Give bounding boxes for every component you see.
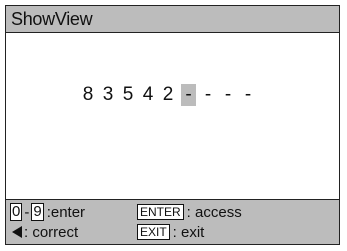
- left-arrow-icon: [12, 226, 22, 238]
- back-key-hint: : correct: [12, 222, 78, 242]
- key-0: 0: [10, 203, 23, 221]
- code-digit: 3: [102, 84, 114, 105]
- input-cursor[interactable]: -: [181, 84, 196, 106]
- enter-hint-label: :enter: [46, 203, 86, 221]
- code-digit: 4: [142, 84, 154, 105]
- code-digit: 8: [82, 84, 94, 105]
- empty-digit-slot: -: [224, 84, 232, 105]
- help-bar: 0 - 9 :enter ENTER : access : correct EX…: [6, 199, 339, 244]
- key-range-separator: -: [24, 203, 30, 221]
- code-entry-field[interactable]: 8 3 5 4 2 - - - -: [78, 84, 258, 106]
- help-row-correct: : correct EXIT : exit: [6, 222, 339, 242]
- enter-key-hint: ENTER : access: [137, 202, 242, 222]
- code-entry-area: 8 3 5 4 2 - - - -: [6, 33, 339, 199]
- access-hint-label: : access: [186, 203, 242, 221]
- exit-hint-label: : exit: [172, 223, 205, 241]
- code-digit: 2: [162, 84, 174, 105]
- exit-key: EXIT: [137, 224, 170, 240]
- exit-key-hint: EXIT : exit: [137, 222, 204, 242]
- enter-key: ENTER: [137, 204, 184, 220]
- number-keys-hint: 0 - 9 :enter: [10, 202, 85, 222]
- screen-title: ShowView: [11, 9, 93, 29]
- empty-digit-slot: -: [244, 84, 252, 105]
- key-9: 9: [31, 203, 44, 221]
- help-row-enter: 0 - 9 :enter ENTER : access: [6, 202, 339, 222]
- correct-hint-label: : correct: [24, 223, 79, 241]
- code-digit: 5: [122, 84, 134, 105]
- empty-digit-slot: -: [204, 84, 212, 105]
- showview-screen: ShowView 8 3 5 4 2 - - - - 0 - 9 :enter …: [5, 5, 340, 245]
- title-bar: ShowView: [6, 6, 339, 33]
